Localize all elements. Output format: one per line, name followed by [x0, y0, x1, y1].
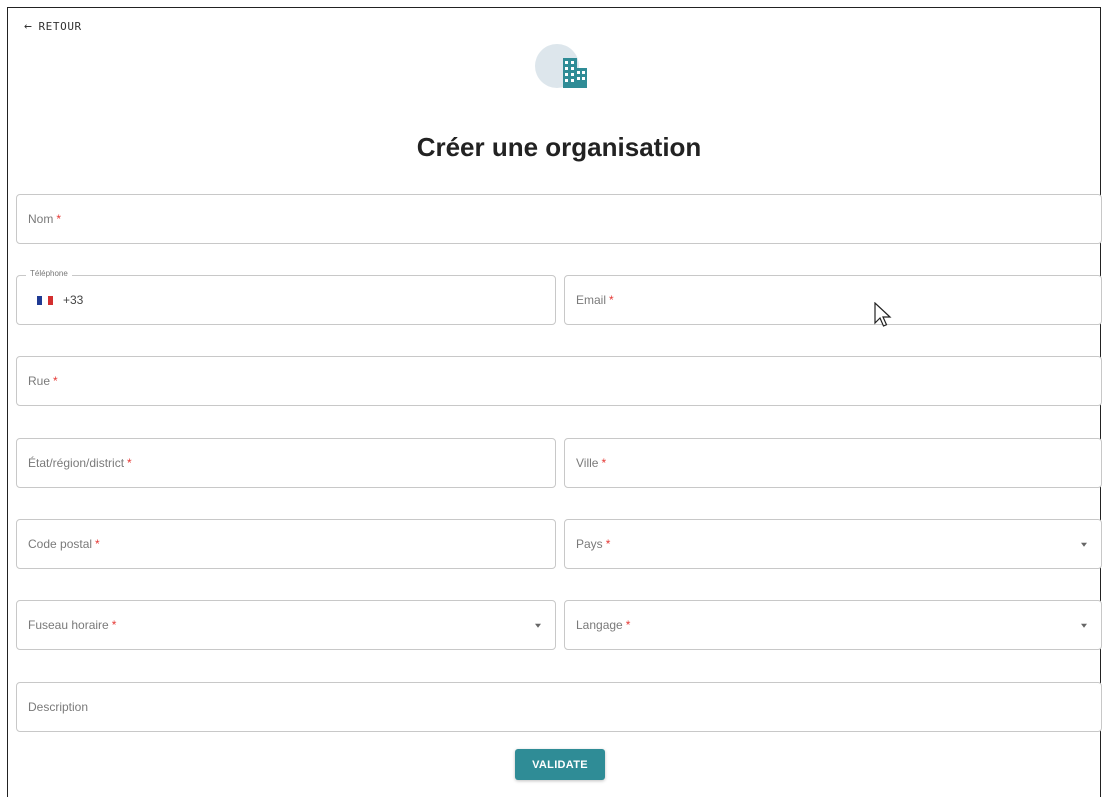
langage-placeholder: Langage * [576, 618, 631, 632]
nom-input[interactable]: Nom * [16, 194, 1102, 244]
ville-placeholder: Ville * [576, 456, 607, 470]
fuseau-placeholder: Fuseau horaire * [28, 618, 117, 632]
flag-fr-icon[interactable] [37, 295, 53, 305]
validate-button[interactable]: VALIDATE [515, 749, 605, 780]
chevron-down-icon [535, 623, 541, 628]
code-postal-placeholder: Code postal * [28, 537, 100, 551]
email-input[interactable]: Email * [564, 275, 1102, 325]
logo [535, 44, 591, 100]
ville-input[interactable]: Ville * [564, 438, 1102, 488]
mouse-cursor-icon [874, 302, 892, 327]
etat-placeholder: État/région/district * [28, 456, 132, 470]
rue-placeholder: Rue * [28, 374, 58, 388]
page-title: Créer une organisation [416, 132, 702, 162]
phone-label: Téléphone [26, 269, 72, 278]
fuseau-select[interactable]: Fuseau horaire * [16, 600, 556, 650]
chevron-down-icon [1081, 623, 1087, 628]
description-placeholder: Description [28, 700, 89, 714]
description-input[interactable]: Description [16, 682, 1102, 732]
arrow-left-icon: ← [24, 19, 33, 34]
phone-value: +33 [37, 293, 83, 307]
pays-select[interactable]: Pays * [564, 519, 1102, 569]
pays-placeholder: Pays * [576, 537, 611, 551]
building-icon [563, 58, 587, 88]
email-placeholder: Email * [576, 293, 614, 307]
code-postal-input[interactable]: Code postal * [16, 519, 556, 569]
back-label: RETOUR [38, 20, 82, 33]
etat-input[interactable]: État/région/district * [16, 438, 556, 488]
phone-input[interactable]: Téléphone +33 [16, 269, 556, 325]
dial-code: +33 [63, 293, 84, 307]
back-link[interactable]: ← RETOUR [24, 20, 82, 33]
rue-input[interactable]: Rue * [16, 356, 1102, 406]
nom-placeholder: Nom * [28, 212, 62, 226]
langage-select[interactable]: Langage * [564, 600, 1102, 650]
chevron-down-icon [1081, 542, 1087, 547]
